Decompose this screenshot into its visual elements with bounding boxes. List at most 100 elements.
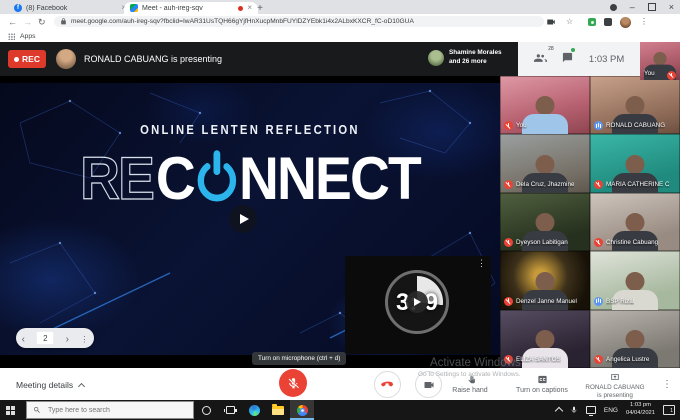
slide-menu-icon[interactable]	[80, 329, 88, 347]
presenting-banner: RONALD CABUANG is presenting	[84, 54, 222, 64]
camera-toggle-button[interactable]	[415, 371, 442, 398]
apps-grid-icon[interactable]	[8, 33, 15, 40]
apps-bookmark[interactable]: Apps	[20, 33, 36, 40]
raise-hand-button[interactable]: Raise hand	[442, 374, 498, 394]
timer-video-overlay[interactable]: 3: 9	[345, 256, 491, 354]
task-view-button[interactable]	[218, 400, 242, 420]
tab-title: Meet - auh-ireg-sqv	[142, 5, 234, 12]
more-options-icon[interactable]	[662, 379, 672, 390]
browser-tab-strip: (8) Facebook Meet - auh-ireg-sqv	[0, 0, 680, 14]
participants-line1: Shamine Morales	[449, 49, 502, 56]
chrome-icon	[297, 405, 308, 416]
hand-icon	[465, 374, 476, 385]
presentation-stage: ONLINE LENTEN REFLECTION REC NNECT 2 3:	[0, 76, 500, 368]
meeting-details-label: Meeting details	[16, 380, 73, 390]
chrome-button[interactable]	[290, 400, 314, 420]
mic-tooltip: Turn on microphone (ctrl + d)	[252, 352, 346, 365]
hidden-icons-chevron[interactable]	[555, 407, 563, 415]
language-indicator[interactable]: ENG	[604, 407, 618, 414]
meeting-details-button[interactable]: Meeting details	[16, 380, 84, 390]
slide-navigator: 2	[16, 328, 94, 348]
extension-icon[interactable]	[604, 18, 612, 26]
edge-button[interactable]	[242, 400, 266, 420]
tab-facebook[interactable]: (8) Facebook	[8, 2, 132, 14]
participant-tile[interactable]: Angelica Lustre	[590, 310, 680, 368]
title-letter: C	[156, 149, 194, 209]
participant-tile[interactable]: You	[500, 76, 590, 134]
browser-profile-avatar[interactable]	[620, 17, 631, 28]
meet-header: REC RONALD CABUANG is presenting Shamine…	[0, 42, 680, 76]
participant-tile[interactable]: Dela Cruz, Jhazmine	[500, 134, 590, 192]
participant-tile[interactable]: MARIA CATHERINE C	[590, 134, 680, 192]
chevron-up-icon	[78, 382, 85, 389]
participant-tile[interactable]: ELIZA SANTOS	[500, 310, 590, 368]
search-input[interactable]	[46, 406, 170, 415]
participant-tile[interactable]: RONALD CABUANG	[590, 76, 680, 134]
taskbar-time: 1:03 pm	[630, 402, 651, 408]
browser-toolbar: meet.google.com/auh-ireg-sqv?fbclid=IwAR…	[0, 14, 680, 31]
mic-muted-icon	[594, 180, 603, 189]
presenting-status-button[interactable]: RONALD CABUANG is presenting	[580, 372, 650, 400]
next-slide-icon[interactable]	[66, 329, 69, 347]
forward-icon[interactable]	[23, 16, 32, 28]
refresh-icon[interactable]	[38, 16, 46, 28]
camera-in-use-icon[interactable]	[546, 17, 556, 27]
notification-center-icon[interactable]: 1	[663, 405, 675, 415]
participant-name: BSP Rizal	[606, 298, 634, 305]
overlay-menu-icon[interactable]	[477, 258, 486, 269]
taskbar-search[interactable]	[26, 401, 194, 419]
start-button[interactable]	[0, 400, 26, 420]
participant-tile[interactable]: BSP Rizal	[590, 251, 680, 309]
mic-muted-icon	[504, 297, 513, 306]
browser-menu-icon[interactable]	[640, 17, 648, 26]
mic-muted-icon	[594, 355, 603, 364]
participant-tile[interactable]: Christine Cabuang	[590, 193, 680, 251]
bookmark-star-icon[interactable]	[566, 17, 573, 26]
tab-recording-dot	[238, 6, 243, 11]
play-button[interactable]	[229, 205, 257, 233]
participant-name: Denzel Janne Manuel	[516, 298, 577, 305]
taskbar-date: 04/04/2021	[626, 410, 655, 416]
address-bar[interactable]: meet.google.com/auh-ireg-sqv?fbclid=IwAR…	[54, 16, 544, 27]
tray-mic-icon[interactable]	[570, 405, 578, 415]
participant-tile[interactable]: Dyeyson Labitigan	[500, 193, 590, 251]
back-icon[interactable]	[8, 16, 17, 28]
camera-icon	[423, 379, 435, 391]
participant-name: Angelica Lustre	[606, 356, 649, 363]
meeting-clock: 1:03 PM	[589, 54, 624, 65]
tab-title: (8) Facebook	[26, 5, 117, 12]
extension-icon[interactable]	[588, 18, 596, 26]
play-button-small[interactable]	[406, 291, 428, 313]
presenting-sub: is presenting	[597, 392, 633, 399]
microphone-toggle-button[interactable]	[279, 369, 307, 397]
title-outline-letters: RE	[80, 149, 153, 209]
minimize-button[interactable]	[630, 2, 635, 12]
chat-notification-dot	[571, 48, 575, 52]
cortana-button[interactable]	[194, 400, 218, 420]
screen: (8) Facebook Meet - auh-ireg-sqv meet.go…	[0, 0, 680, 420]
new-tab-button[interactable]	[254, 2, 266, 14]
tab-meet[interactable]: Meet - auh-ireg-sqv	[124, 2, 258, 14]
captions-button[interactable]: Turn on captions	[505, 374, 579, 394]
self-view-tile[interactable]: You	[640, 42, 680, 80]
leave-call-button[interactable]	[374, 371, 401, 398]
participant-name: Dela Cruz, Jhazmine	[516, 181, 574, 188]
close-tab-icon[interactable]	[247, 4, 252, 12]
taskbar-clock[interactable]: 1:03 pm 04/04/2021	[626, 402, 655, 418]
previous-slide-icon[interactable]	[22, 329, 25, 347]
recording-badge: REC	[8, 50, 46, 68]
maximize-button[interactable]	[648, 3, 656, 11]
participants-preview[interactable]: Shamine Morales and 26 more	[428, 49, 502, 67]
profile-chip-icon[interactable]	[610, 4, 617, 11]
close-window-button[interactable]	[669, 2, 674, 12]
file-explorer-button[interactable]	[266, 400, 290, 420]
participants-line2: and 26 more	[449, 58, 487, 65]
people-icon	[534, 52, 547, 63]
chat-button[interactable]	[562, 50, 573, 68]
system-tray: ENG 1:03 pm 04/04/2021 1	[556, 402, 680, 418]
participants-button[interactable]: 28	[534, 50, 547, 68]
presenting-name: RONALD CABUANG	[585, 384, 644, 391]
participant-tile[interactable]: Denzel Janne Manuel	[500, 251, 590, 309]
captions-icon	[536, 374, 549, 385]
network-icon[interactable]	[586, 406, 596, 414]
